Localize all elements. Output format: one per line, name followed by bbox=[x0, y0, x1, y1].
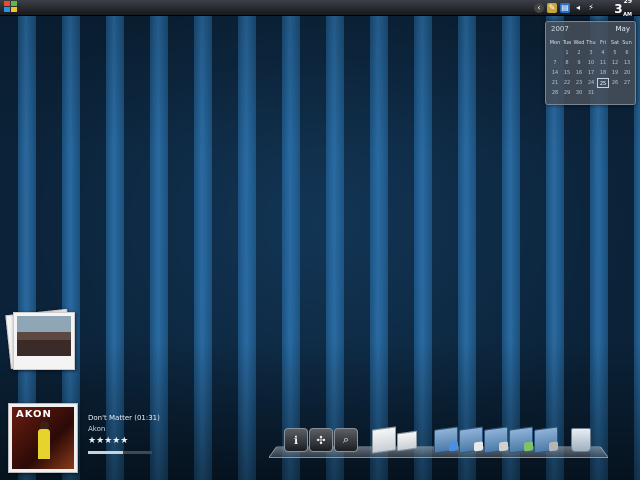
calendar-weekday: Fri bbox=[600, 40, 606, 46]
computer-folder-icon[interactable] bbox=[434, 426, 458, 454]
clock-hour: 3 bbox=[614, 2, 623, 16]
calendar-day[interactable]: 1 bbox=[561, 48, 573, 58]
calendar-weekday: Tue bbox=[562, 40, 572, 46]
calendar-day[interactable]: 27 bbox=[621, 78, 633, 88]
group-photo bbox=[17, 316, 71, 356]
calendar-day[interactable]: 13 bbox=[621, 58, 633, 68]
calendar-day[interactable]: 26 bbox=[609, 78, 621, 88]
album-art[interactable]: AKON bbox=[8, 403, 78, 473]
start-button[interactable] bbox=[4, 1, 18, 14]
calendar-day bbox=[597, 88, 609, 98]
tray-back-icon[interactable]: ‹ bbox=[534, 2, 544, 13]
clock-ampm: AM bbox=[623, 12, 632, 18]
calendar-gadget[interactable]: 2007 May Mon Tue Wed Thu Fri Sat Sun 123456789… bbox=[545, 21, 636, 105]
network-icon[interactable]: ▤ bbox=[560, 2, 570, 13]
calendar-day[interactable]: 7 bbox=[549, 58, 561, 68]
calendar-weekday: Mon bbox=[549, 40, 561, 46]
calendar-day[interactable]: 12 bbox=[609, 58, 621, 68]
taskbar-clock[interactable]: 329 AM bbox=[614, 0, 632, 18]
calendar-day[interactable]: 10 bbox=[585, 58, 597, 68]
rating-stars[interactable]: ★★★★★ bbox=[88, 436, 128, 446]
artist-name: Akon bbox=[88, 425, 106, 433]
calendar-day[interactable]: 17 bbox=[585, 68, 597, 78]
applications-folder-icon[interactable] bbox=[534, 426, 558, 454]
calendar-day[interactable]: 15 bbox=[561, 68, 573, 78]
calendar-day[interactable]: 31 bbox=[585, 88, 597, 98]
calendar-year: 2007 bbox=[551, 25, 569, 33]
calendar-day[interactable]: 8 bbox=[561, 58, 573, 68]
calendar-day[interactable]: 29 bbox=[561, 88, 573, 98]
system-tray: ‹ ✎ ▤ ◂ ⚡ bbox=[534, 1, 596, 14]
taskbar: ‹ ✎ ▤ ◂ ⚡ 329 AM bbox=[0, 0, 640, 18]
search-icon[interactable]: ⌕ bbox=[334, 428, 358, 452]
calendar-day[interactable]: 14 bbox=[549, 68, 561, 78]
tray-app-icon[interactable]: ✎ bbox=[547, 2, 557, 13]
calendar-day[interactable]: 30 bbox=[573, 88, 585, 98]
calendar-day[interactable]: 24 bbox=[585, 78, 597, 88]
album-logo: AKON bbox=[16, 409, 52, 420]
calendar-weekday: Sat bbox=[610, 40, 620, 46]
photo-slideshow-gadget[interactable] bbox=[5, 308, 76, 372]
desktop-wallpaper bbox=[0, 14, 640, 480]
calendar-day[interactable]: 22 bbox=[561, 78, 573, 88]
calendar-day-grid: 1 2 3 4 5 6 7 8 9 10 11 12 13 14 15 16 17 18 19 20 21 22 23 24 2… bbox=[549, 48, 633, 98]
calendar-weekday-header: Mon Tue Wed Thu Fri Sat Sun bbox=[549, 38, 633, 48]
calendar-day[interactable]: 6 bbox=[621, 48, 633, 58]
info-icon[interactable]: ℹ bbox=[284, 428, 308, 452]
power-icon[interactable]: ⚡ bbox=[586, 3, 596, 13]
compass-icon[interactable]: ✣ bbox=[309, 428, 333, 452]
music-folder-icon[interactable] bbox=[484, 426, 508, 454]
calendar-day[interactable]: 19 bbox=[609, 68, 621, 78]
calendar-day[interactable]: 2 bbox=[573, 48, 585, 58]
playback-progress-fill bbox=[88, 451, 124, 454]
song-title: Don't Matter (01:31) bbox=[88, 414, 160, 422]
calendar-day[interactable]: 5 bbox=[609, 48, 621, 58]
notes-icon[interactable] bbox=[397, 430, 417, 452]
calendar-weekday: Sun bbox=[622, 40, 632, 46]
clock-minute: 29 bbox=[623, 0, 632, 5]
calendar-weekday: Wed bbox=[573, 40, 585, 46]
calendar-day[interactable]: 20 bbox=[621, 68, 633, 78]
calendar-month: May bbox=[615, 25, 630, 33]
windows-logo-icon bbox=[4, 1, 10, 6]
photo-frame bbox=[13, 312, 75, 370]
calendar-day[interactable]: 9 bbox=[573, 58, 585, 68]
volume-icon[interactable]: ◂ bbox=[573, 3, 583, 13]
calendar-day[interactable]: 18 bbox=[597, 68, 609, 78]
trash-icon[interactable] bbox=[571, 428, 591, 452]
calendar-day[interactable]: 21 bbox=[549, 78, 561, 88]
calendar-day[interactable]: 25 bbox=[597, 78, 609, 88]
calendar-day[interactable]: 16 bbox=[573, 68, 585, 78]
calendar-day bbox=[621, 88, 633, 98]
calendar-day bbox=[609, 88, 621, 98]
documents-folder-icon[interactable] bbox=[459, 426, 483, 454]
document-icon[interactable] bbox=[372, 426, 396, 454]
calendar-day[interactable]: 28 bbox=[549, 88, 561, 98]
album-cover-image: AKON bbox=[12, 407, 74, 469]
calendar-weekday: Thu bbox=[586, 40, 596, 46]
calendar-day[interactable]: 3 bbox=[585, 48, 597, 58]
playback-progress-bar[interactable] bbox=[88, 451, 152, 454]
calendar-day[interactable]: 4 bbox=[597, 48, 609, 58]
calendar-day[interactable]: 11 bbox=[597, 58, 609, 68]
calendar-day[interactable]: 23 bbox=[573, 78, 585, 88]
pictures-folder-icon[interactable] bbox=[509, 426, 533, 454]
calendar-day bbox=[549, 48, 561, 58]
